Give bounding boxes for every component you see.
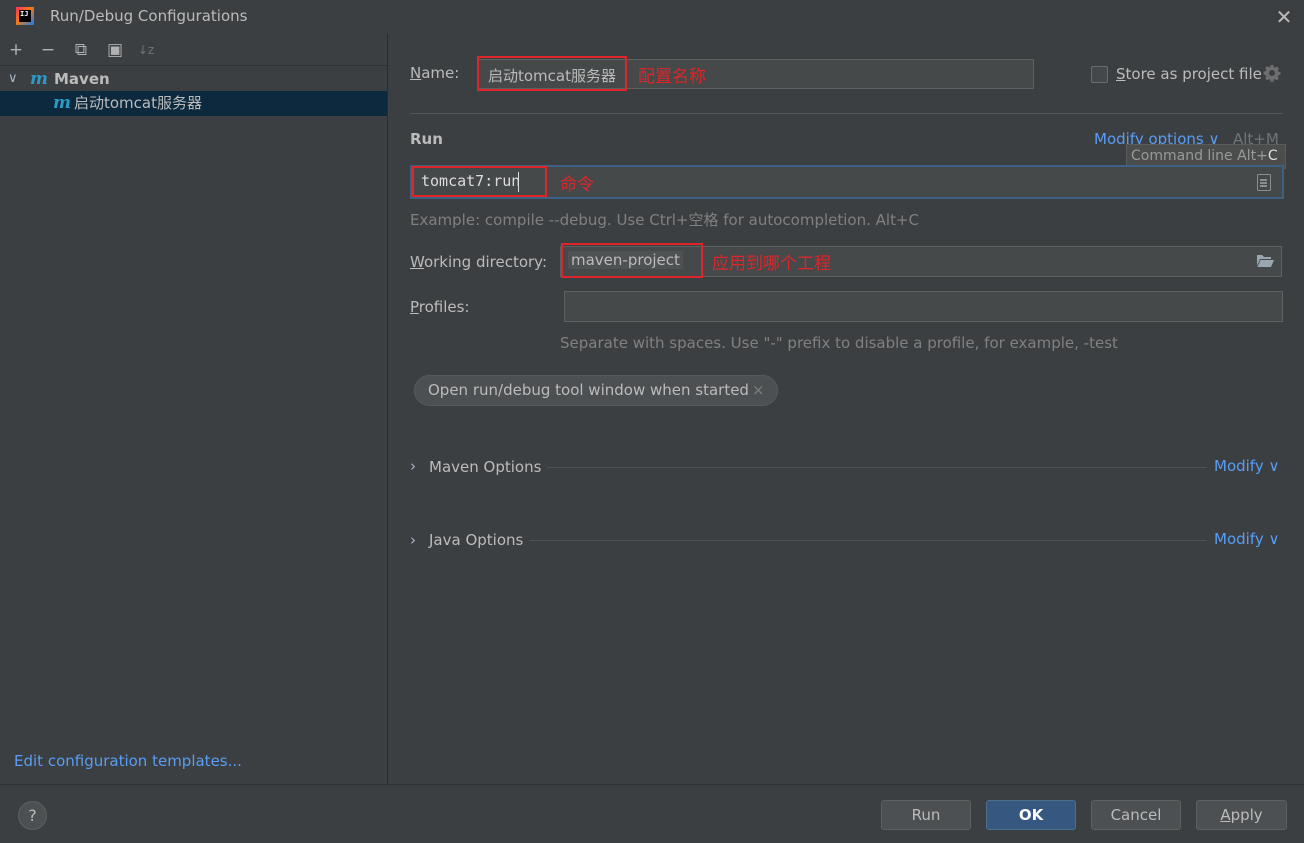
java-options-section[interactable]: Java Options [429,531,523,549]
annotation-working-directory: 应用到哪个工程 [712,254,831,274]
profiles-label-rest: rofiles: [418,298,470,316]
chevron-down-icon[interactable]: ∨ [8,68,18,90]
remove-icon[interactable]: − [37,40,59,60]
add-icon[interactable]: + [5,40,27,60]
apply-mnemonic: A [1220,806,1231,824]
gear-icon[interactable] [1263,64,1281,87]
maven-options-section[interactable]: Maven Options [429,458,541,476]
chip-close-icon[interactable]: × [752,381,765,399]
tooltip-key: C [1267,148,1278,164]
name-divider [410,113,1283,114]
tooltip-text: Command line Alt+ [1131,148,1268,164]
java-options-modify-link[interactable]: Modify ∨ [1214,530,1279,548]
chevron-right-icon[interactable]: › [410,531,416,549]
annotation-name: 配置名称 [638,67,706,87]
annotation-box-name [477,56,627,91]
annotation-box-command [412,166,547,197]
edit-templates-link[interactable]: Edit configuration templates... [14,752,242,770]
apply-button[interactable]: Apply [1196,800,1287,830]
footer-divider [0,784,1304,785]
run-button[interactable]: Run [881,800,971,830]
maven-icon: m [53,93,71,113]
logo-text: IJ [19,10,31,22]
configurations-sidebar [0,34,388,784]
working-directory-label: Working directory: [410,253,547,271]
name-label-mnemonic: N [410,64,422,82]
store-label-mnemonic: S [1116,65,1126,83]
name-label-rest: ame: [421,64,460,82]
window-title: Run/Debug Configurations [50,7,248,25]
run-section-heading: Run [410,130,443,148]
tree-group-label: Maven [54,70,110,88]
toolbar-divider [0,65,387,66]
help-button[interactable]: ? [18,801,47,830]
chevron-right-icon[interactable]: › [410,457,416,475]
section-divider [547,467,1207,468]
folder-open-icon[interactable] [1256,254,1274,268]
tree-item-config[interactable]: m 启动tomcat服务器 [0,91,387,116]
sort-icon[interactable]: ↓z [135,40,157,60]
copy-icon[interactable]: ⧉ [70,40,92,60]
ok-button[interactable]: OK [986,800,1076,830]
command-line-hint: Example: compile --debug. Use Ctrl+空格 fo… [410,211,919,229]
intellij-logo-icon: IJ [16,7,34,25]
annotation-command: 命令 [560,175,594,195]
wd-label-mnemonic: W [410,253,424,271]
expand-editor-icon[interactable] [1257,174,1271,191]
name-label: Name: [410,64,459,82]
cancel-button[interactable]: Cancel [1091,800,1181,830]
section-divider [529,540,1207,541]
annotation-box-working-directory [561,243,703,278]
apply-rest: pply [1230,806,1263,824]
option-chip-label: Open run/debug tool window when started [428,381,749,399]
tree-item-label: 启动tomcat服务器 [74,94,202,112]
maven-options-modify-link[interactable]: Modify ∨ [1214,457,1279,475]
profiles-label: Profiles: [410,298,470,316]
store-label-rest: tore as project file [1125,65,1262,83]
profiles-label-mnemonic: P [410,298,419,316]
close-icon[interactable]: ✕ [1270,4,1298,30]
store-as-project-file-label[interactable]: Store as project file [1116,65,1262,83]
profiles-input[interactable] [564,291,1283,322]
tree-group-maven[interactable]: ∨ m Maven [0,68,387,90]
profiles-hint: Separate with spaces. Use "-" prefix to … [560,334,1118,352]
wd-label-rest: orking directory: [423,253,548,271]
new-folder-icon[interactable]: ▣ [104,40,126,60]
maven-icon: m [30,69,48,89]
store-as-project-file-checkbox[interactable] [1091,66,1108,83]
